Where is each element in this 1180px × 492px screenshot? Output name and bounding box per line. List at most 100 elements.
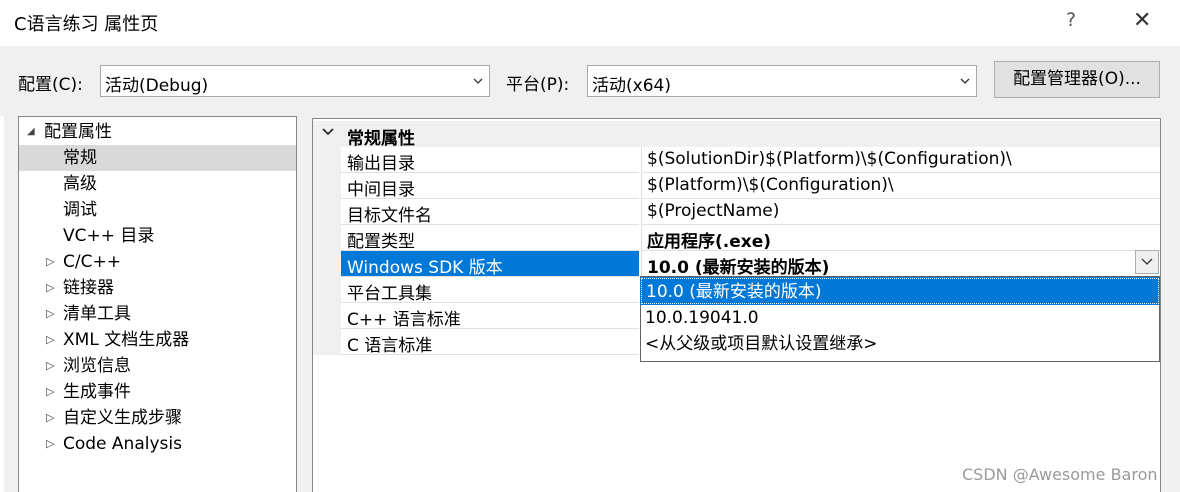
window-title: C语言练习 属性页 [14, 14, 159, 35]
tree-item-label: 高级 [63, 174, 97, 194]
sdk-version-dropdown-list: 10.0 (最新安装的版本) 10.0.19041.0 <从父级或项目默认设置继… [640, 276, 1160, 362]
property-name: Windows SDK 版本 [347, 258, 503, 278]
tree-item-label: 自定义生成步骤 [63, 408, 182, 428]
chevron-down-icon [1141, 258, 1153, 265]
tree-item-label: C/C++ [63, 252, 121, 272]
tree-item-code-analysis[interactable]: ▷ Code Analysis [19, 431, 296, 457]
dropdown-option-label: 10.0 (最新安装的版本) [646, 282, 822, 302]
expand-arrow-icon[interactable]: ▷ [46, 275, 60, 301]
property-name: 中间目录 [347, 180, 415, 200]
property-name: 输出目录 [347, 154, 415, 174]
left-edge [0, 116, 4, 492]
tree-item-xml-doc-generator[interactable]: ▷ XML 文档生成器 [19, 327, 296, 353]
config-manager-button[interactable]: 配置管理器(O)... [994, 61, 1160, 98]
property-name-cell: 中间目录 [313, 173, 639, 200]
config-label: 配置(C): [18, 75, 83, 95]
expand-arrow-icon[interactable]: ▷ [46, 301, 60, 327]
property-name-cell: Windows SDK 版本 [313, 251, 639, 278]
property-name-cell: C++ 语言标准 [313, 303, 639, 330]
dropdown-option-label: <从父级或项目默认设置继承> [645, 334, 878, 354]
property-row-target-name[interactable]: 目标文件名 $(ProjectName) [313, 199, 1160, 226]
property-value-cell[interactable]: 应用程序(.exe) [641, 225, 1160, 252]
row-gutter [313, 329, 341, 355]
property-value-cell[interactable]: $(Platform)\$(Configuration)\ [641, 173, 1160, 199]
row-gutter [313, 251, 341, 277]
help-button[interactable]: ? [1066, 9, 1076, 31]
property-value-cell[interactable]: 10.0 (最新安装的版本) [641, 251, 1160, 278]
chevron-down-icon [473, 78, 483, 84]
property-name-cell: 目标文件名 [313, 199, 639, 226]
property-row-windows-sdk[interactable]: Windows SDK 版本 10.0 (最新安装的版本) [313, 251, 1160, 278]
property-value: $(ProjectName) [647, 201, 780, 221]
property-value-cell[interactable]: $(SolutionDir)$(Platform)\$(Configuratio… [641, 147, 1160, 173]
expand-arrow-icon[interactable]: ◢ [27, 119, 41, 145]
property-row-intermediate-dir[interactable]: 中间目录 $(Platform)\$(Configuration)\ [313, 173, 1160, 200]
property-value: 10.0 (最新安装的版本) [647, 258, 830, 278]
property-name: 配置类型 [347, 232, 415, 252]
property-value: $(Platform)\$(Configuration)\ [647, 175, 894, 195]
tree-item-advanced[interactable]: 高级 [19, 171, 296, 197]
tree-item-config-properties[interactable]: ◢ 配置属性 [19, 119, 296, 145]
collapse-chevron-icon[interactable] [321, 125, 335, 139]
property-name-cell: C 语言标准 [313, 329, 639, 356]
property-value: $(SolutionDir)$(Platform)\$(Configuratio… [647, 149, 1012, 169]
property-name-cell: 配置类型 [313, 225, 639, 252]
dropdown-option-label: 10.0.19041.0 [645, 308, 759, 328]
config-value: 活动(Debug) [105, 76, 209, 96]
title-bar: C语言练习 属性页 ? ✕ [0, 0, 1180, 46]
row-gutter [313, 303, 341, 329]
close-button[interactable]: ✕ [1133, 8, 1151, 33]
row-gutter [313, 199, 341, 225]
platform-dropdown[interactable]: 活动(x64) [587, 65, 977, 97]
expand-arrow-icon[interactable]: ▷ [46, 353, 60, 379]
tree-item-label: 链接器 [63, 278, 114, 298]
sdk-dropdown-button[interactable] [1135, 250, 1159, 274]
expand-arrow-icon[interactable]: ▷ [46, 249, 60, 275]
tree-item-label: 调试 [63, 200, 97, 220]
row-gutter [313, 225, 341, 251]
row-gutter [313, 147, 341, 173]
expand-arrow-icon[interactable]: ▷ [46, 405, 60, 431]
property-row-config-type[interactable]: 配置类型 应用程序(.exe) [313, 225, 1160, 252]
tree-item-debugging[interactable]: 调试 [19, 197, 296, 223]
tree-item-label: 常规 [63, 148, 97, 168]
tree-item-general[interactable]: 常规 [19, 145, 296, 171]
tree-item-label: 配置属性 [44, 122, 112, 142]
property-tree: ◢ 配置属性 常规 高级 调试 VC++ 目录 ▷ C/C++ ▷ 链接器 ▷ … [18, 116, 297, 492]
category-header[interactable]: 常规属性 [313, 121, 1160, 149]
tree-item-label: 浏览信息 [63, 356, 131, 376]
expand-arrow-icon[interactable]: ▷ [46, 431, 60, 457]
dropdown-option[interactable]: 10.0.19041.0 [641, 305, 1159, 331]
chevron-down-icon [960, 78, 970, 84]
config-dropdown[interactable]: 活动(Debug) [100, 65, 490, 97]
tree-item-c-cpp[interactable]: ▷ C/C++ [19, 249, 296, 275]
dropdown-option[interactable]: <从父级或项目默认设置继承> [641, 331, 1159, 357]
tree-item-label: 清单工具 [63, 304, 131, 324]
tree-item-manifest-tool[interactable]: ▷ 清单工具 [19, 301, 296, 327]
tree-item-label: VC++ 目录 [63, 226, 155, 246]
property-value: 应用程序(.exe) [647, 232, 772, 252]
expand-arrow-icon[interactable]: ▷ [46, 327, 60, 353]
property-name: 平台工具集 [347, 284, 432, 304]
tree-item-vc-directories[interactable]: VC++ 目录 [19, 223, 296, 249]
tree-item-build-events[interactable]: ▷ 生成事件 [19, 379, 296, 405]
property-value-cell[interactable]: $(ProjectName) [641, 199, 1160, 225]
tree-item-label: 生成事件 [63, 382, 131, 402]
platform-value: 活动(x64) [592, 76, 671, 96]
row-gutter [313, 173, 341, 199]
tree-item-custom-build-step[interactable]: ▷ 自定义生成步骤 [19, 405, 296, 431]
dropdown-option[interactable]: 10.0 (最新安装的版本) [640, 277, 1160, 305]
property-name-cell: 平台工具集 [313, 277, 639, 304]
property-name: C++ 语言标准 [347, 310, 461, 330]
property-name: 目标文件名 [347, 206, 432, 226]
property-row-output-dir[interactable]: 输出目录 $(SolutionDir)$(Platform)\$(Configu… [313, 147, 1160, 174]
tree-item-linker[interactable]: ▷ 链接器 [19, 275, 296, 301]
property-name: C 语言标准 [347, 336, 433, 356]
category-label: 常规属性 [347, 129, 415, 149]
row-gutter [313, 277, 341, 303]
watermark: CSDN @Awesome Baron [962, 465, 1158, 484]
tree-item-label: Code Analysis [63, 434, 182, 454]
property-name-cell: 输出目录 [313, 147, 639, 174]
tree-item-browse-info[interactable]: ▷ 浏览信息 [19, 353, 296, 379]
expand-arrow-icon[interactable]: ▷ [46, 379, 60, 405]
